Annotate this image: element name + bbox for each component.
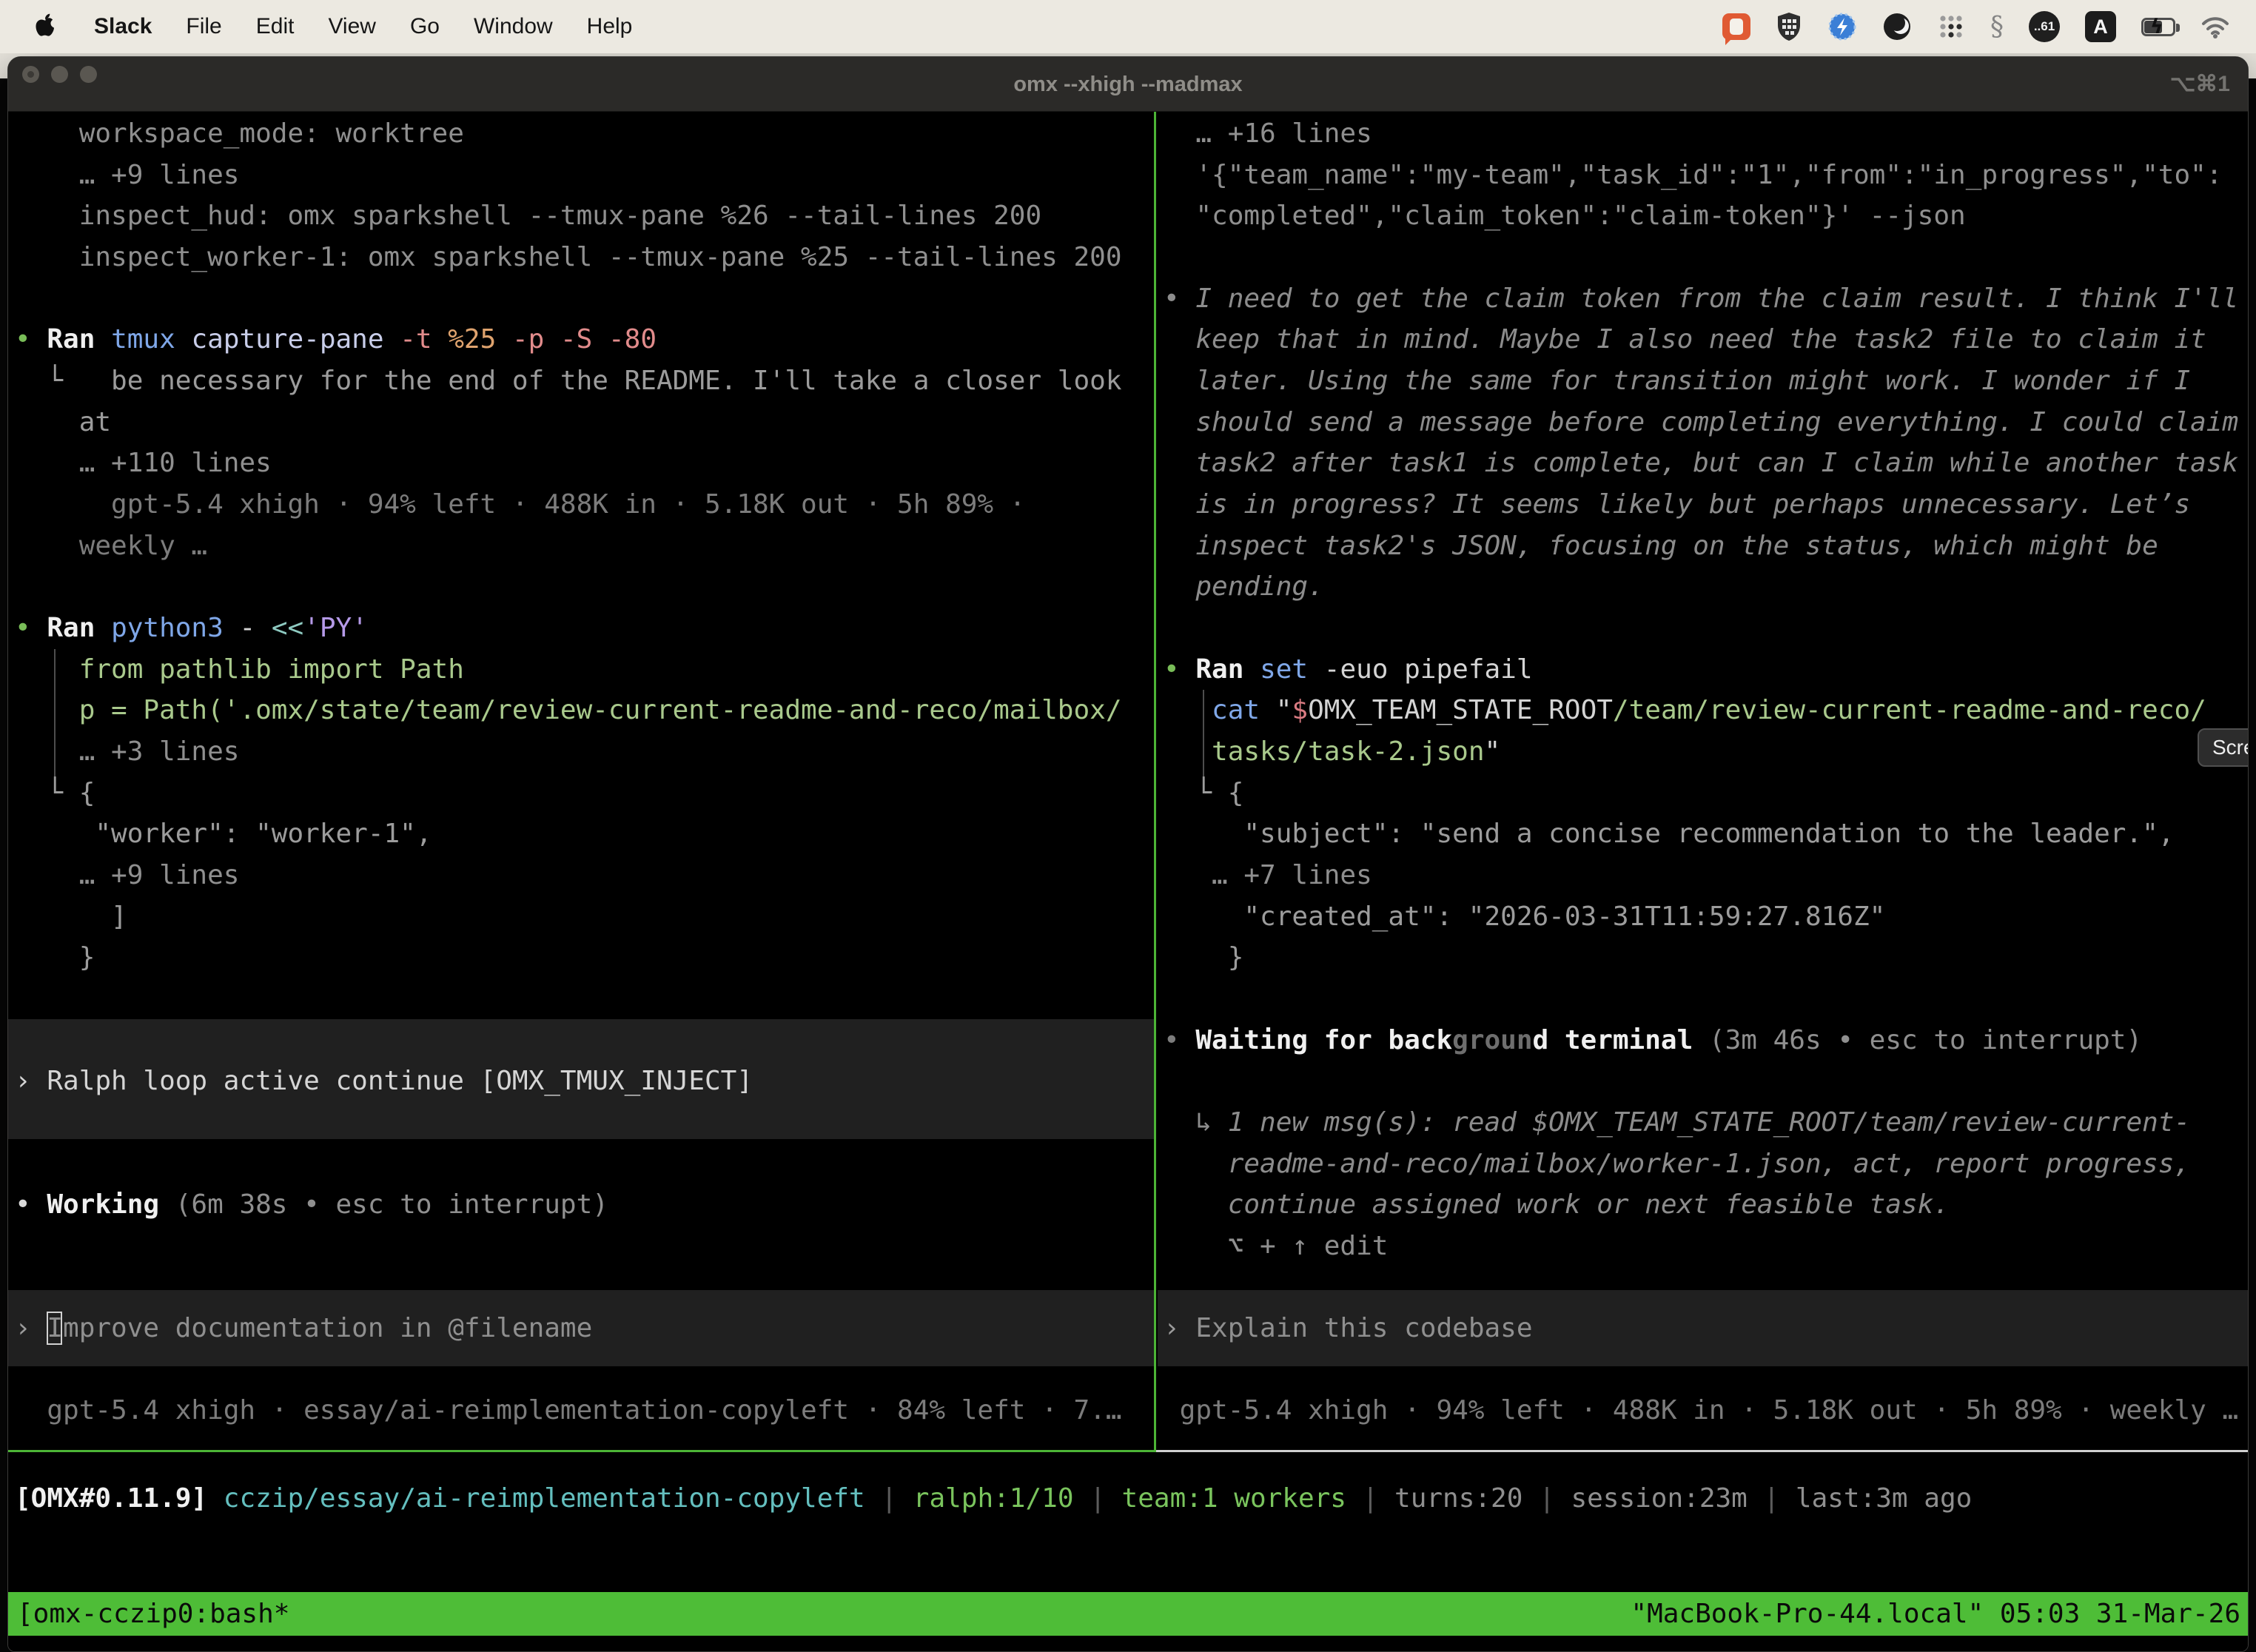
- terminal-text-segment: ralph:1/10: [913, 1483, 1074, 1514]
- count-badge-icon[interactable]: ..61: [2016, 0, 2072, 53]
- tmux-status-bar: [omx-cczip0:bash* "MacBook-Pro-44.local"…: [8, 1592, 2249, 1636]
- terminal-text-segment: team:1 workers: [1122, 1483, 1346, 1514]
- omx-hud-statusline: [OMX#0.11.9] cczip/essay/ai-reimplementa…: [8, 112, 2249, 1592]
- terminal-text-segment: |: [1523, 1483, 1571, 1514]
- menu-item-go[interactable]: Go: [393, 14, 457, 39]
- right-pane-bottom-border: [1156, 1450, 2249, 1452]
- terminal-text-segment: [OMX#0.11.9]: [15, 1483, 207, 1514]
- terminal-text-segment: |: [1074, 1483, 1122, 1514]
- moon-app-icon[interactable]: [1870, 0, 1924, 53]
- menu-bar: Slack File Edit View Go Window Help § ..…: [0, 0, 2256, 53]
- tmux-session-label: [omx-cczip0:bash*: [17, 1599, 289, 1629]
- left-pane-bottom-border: [8, 1450, 1156, 1452]
- menu-item-view[interactable]: View: [311, 14, 392, 39]
- pane-divider[interactable]: [1154, 112, 1156, 1451]
- terminal-text-segment: [207, 1483, 224, 1514]
- wifi-icon[interactable]: [2188, 0, 2243, 53]
- menu-item-file[interactable]: File: [169, 14, 238, 39]
- menu-item-help[interactable]: Help: [570, 14, 650, 39]
- tmux-host-time-label: "MacBook-Pro-44.local" 05:03 31-Mar-26: [1631, 1599, 2240, 1629]
- screenshot-tooltip: Scre: [2198, 728, 2249, 767]
- tooltip-label: Scre: [2212, 736, 2249, 759]
- terminal-text-segment: cczip/essay/ai-reimplementation-copyleft: [224, 1483, 865, 1514]
- text-cursor: [47, 1312, 62, 1345]
- chat-app-icon[interactable]: [1710, 0, 1763, 53]
- tmux-session-area[interactable]: workspace_mode: worktree … +9 lines insp…: [8, 112, 2249, 1592]
- menu-item-window[interactable]: Window: [457, 14, 570, 39]
- window-title: omx --xhigh --madmax: [8, 57, 2248, 112]
- terminal-text-segment: |: [1748, 1483, 1796, 1514]
- window-bottom-edge: [8, 1636, 2249, 1652]
- grid-dots-icon[interactable]: [1924, 0, 1978, 53]
- window-titlebar[interactable]: omx --xhigh --madmax ⌥⌘1: [8, 57, 2248, 112]
- badge-count-label: ..61: [2029, 11, 2060, 42]
- bolt-app-icon[interactable]: [1815, 0, 1870, 53]
- terminal-text-segment: |: [865, 1483, 913, 1514]
- keyboard-layout-label: A: [2085, 11, 2116, 42]
- terminal-window: omx --xhigh --madmax ⌥⌘1 workspace_mode:…: [7, 56, 2249, 1652]
- terminal-text-segment: session:23m: [1571, 1483, 1747, 1514]
- terminal-text-segment: |: [1346, 1483, 1394, 1514]
- terminal-text-segment: last:3m ago: [1796, 1483, 1972, 1514]
- keyboard-layout-icon[interactable]: A: [2072, 0, 2129, 53]
- terminal-line: [OMX#0.11.9] cczip/essay/ai-reimplementa…: [15, 1478, 1972, 1520]
- battery-icon[interactable]: ϟ: [2129, 0, 2188, 53]
- terminal-text-segment: turns:20: [1394, 1483, 1523, 1514]
- window-shortcut-badge: ⌥⌘1: [2170, 57, 2230, 112]
- squiggle-menu-icon[interactable]: §: [1978, 0, 2016, 53]
- menu-item-app[interactable]: Slack: [77, 14, 169, 39]
- menu-item-edit[interactable]: Edit: [239, 14, 312, 39]
- apple-menu-icon[interactable]: [33, 13, 58, 41]
- shield-icon[interactable]: [1763, 0, 1815, 53]
